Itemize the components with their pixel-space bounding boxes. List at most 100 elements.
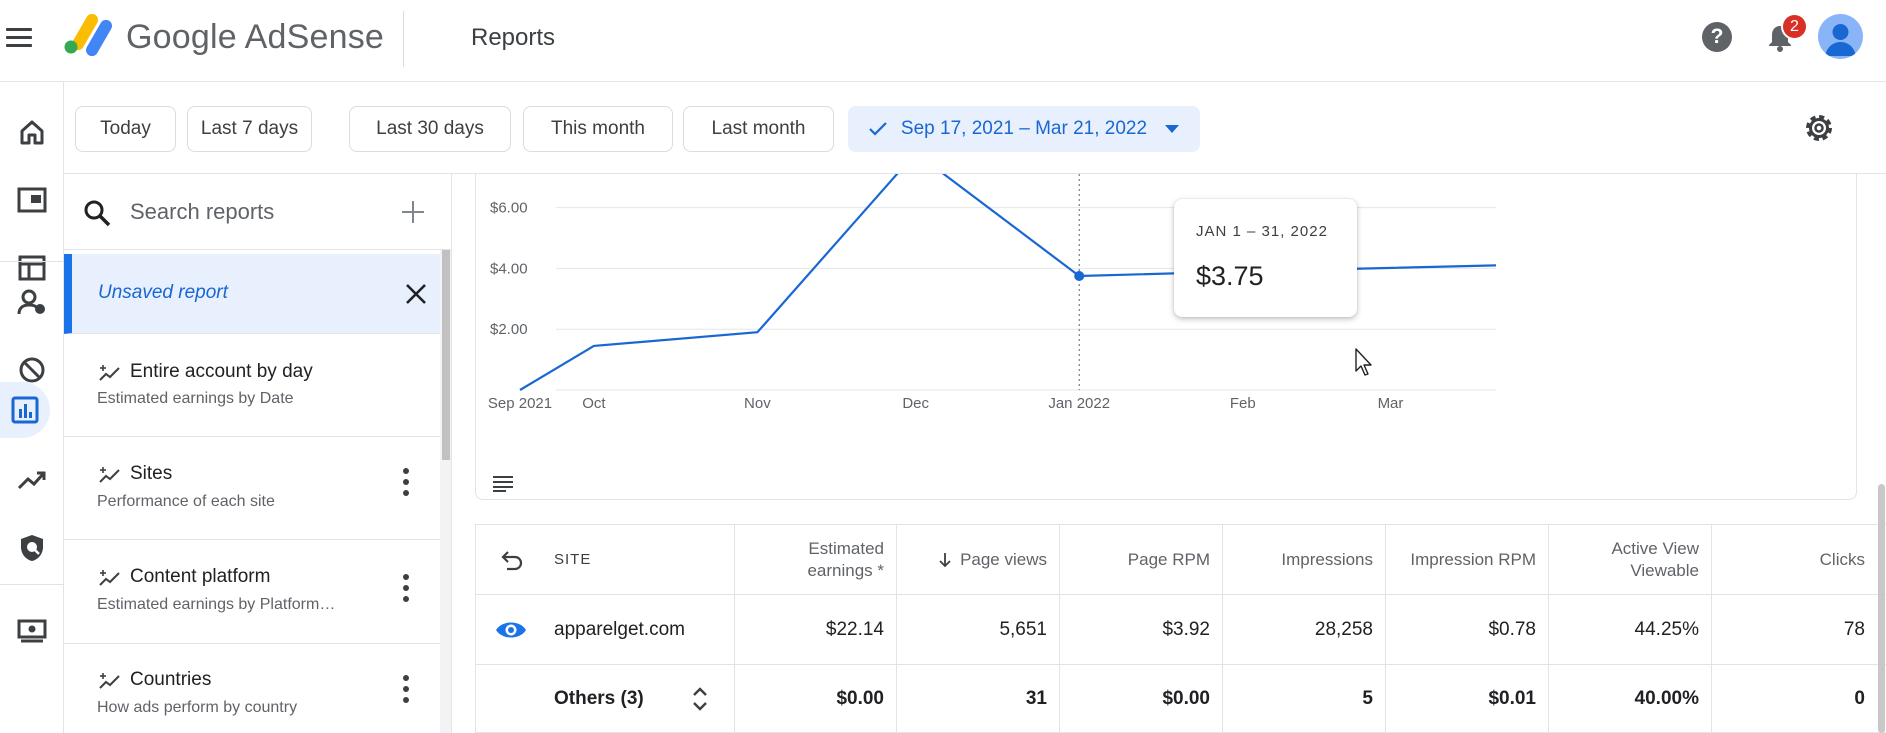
page-rpm-cell: $0.00 <box>1060 665 1223 733</box>
report-item-entire-account[interactable]: Entire account by day Estimated earnings… <box>64 334 440 437</box>
column-header-page-views[interactable]: Page views <box>897 525 1060 594</box>
x-axis-tick-label: Sep 2021 <box>488 395 552 412</box>
report-item-sites[interactable]: Sites Performance of each site <box>64 438 440 540</box>
check-icon <box>869 122 887 136</box>
panel-scrollbar-thumb[interactable] <box>442 250 450 460</box>
estimated-earnings-cell: $22.14 <box>735 595 897 664</box>
hovered-data-point <box>1074 271 1085 281</box>
column-header-label: Impressions <box>1281 549 1373 569</box>
settings-gear-icon[interactable] <box>1801 110 1837 146</box>
x-axis-tick-label: Jan 2022 <box>1048 395 1110 412</box>
more-options-icon[interactable] <box>400 574 412 608</box>
report-item-title: Countries <box>130 669 212 690</box>
saved-report-sparkle-icon <box>99 570 120 586</box>
sort-descending-arrow-icon <box>939 552 951 567</box>
site-name: Others (3) <box>554 688 644 709</box>
ad-units-icon[interactable] <box>0 172 64 228</box>
more-options-icon[interactable] <box>400 468 412 502</box>
payments-icon[interactable] <box>0 602 64 658</box>
account-avatar[interactable] <box>1818 14 1863 59</box>
estimated-earnings-cell: $0.00 <box>735 665 897 733</box>
saved-report-sparkle-icon <box>99 467 120 483</box>
left-nav-rail <box>0 82 64 733</box>
site-name: apparelget.com <box>554 618 685 640</box>
reports-icon[interactable] <box>0 382 50 438</box>
report-item-subtitle: Performance of each site <box>97 493 275 510</box>
table-row[interactable]: apparelget.com $22.14 5,651 $3.92 28,258… <box>476 595 1886 665</box>
custom-date-range-dropdown[interactable]: Sep 17, 2021 – Mar 21, 2022 <box>848 106 1200 152</box>
table-row[interactable]: Others (3) $0.00 31 $0.00 5 $0.01 40.00%… <box>476 665 1886 733</box>
visibility-eye-icon[interactable] <box>494 617 528 643</box>
y-axis-tick-label: $2.00 <box>490 321 528 338</box>
date-chip-last-month[interactable]: Last month <box>683 106 834 152</box>
search-reports-input[interactable] <box>130 194 380 230</box>
date-chip-this-month[interactable]: This month <box>523 106 673 152</box>
column-header-label: Estimated <box>808 538 884 558</box>
column-header-estimated-earnings[interactable]: Estimated earnings * <box>735 525 897 594</box>
add-report-icon[interactable] <box>397 196 429 228</box>
y-axis-tick-label: $6.00 <box>490 200 528 217</box>
optimization-icon[interactable] <box>0 452 64 508</box>
x-axis-tick-label: Oct <box>582 395 606 412</box>
more-options-icon[interactable] <box>400 675 412 709</box>
column-header-page-rpm[interactable]: Page RPM <box>1060 525 1223 594</box>
date-chip-last-7-days[interactable]: Last 7 days <box>187 106 312 152</box>
report-item-countries[interactable]: Countries How ads perform by country <box>64 644 440 733</box>
mouse-pointer-icon <box>1355 348 1372 376</box>
active-view-cell: 44.25% <box>1549 595 1712 664</box>
top-app-bar: Google AdSense Reports ? 2 <box>0 0 1886 82</box>
column-header-impressions[interactable]: Impressions <box>1223 525 1386 594</box>
page-views-cell: 31 <box>897 665 1060 733</box>
main-scrollbar-thumb[interactable] <box>1878 484 1885 733</box>
nav-divider <box>0 261 64 262</box>
close-icon[interactable] <box>402 280 430 308</box>
column-header-label: Page views <box>960 549 1047 569</box>
chart-tooltip: JAN 1 – 31, 2022 $3.75 <box>1174 199 1357 317</box>
privacy-messaging-icon[interactable] <box>0 520 64 576</box>
report-item-content-platform[interactable]: Content platform Estimated earnings by P… <box>64 541 440 644</box>
site-cell: Others (3) <box>476 665 735 733</box>
report-item-title: Entire account by day <box>130 361 313 382</box>
column-header-clicks[interactable]: Clicks <box>1712 525 1877 594</box>
column-header-label: earnings * <box>807 560 884 580</box>
column-header-label: SITE <box>554 550 592 568</box>
adsense-logo-icon <box>64 14 112 56</box>
page-title: Reports <box>471 24 556 51</box>
search-icon <box>84 200 111 227</box>
panel-scrollbar[interactable] <box>440 250 451 733</box>
impressions-cell: 28,258 <box>1223 595 1386 664</box>
earnings-line-chart[interactable]: $8.00$6.00$4.00$2.00Sep 2021OctNovDecJan… <box>476 174 1858 500</box>
date-chip-today[interactable]: Today <box>75 106 176 152</box>
main-menu-icon[interactable] <box>4 20 34 56</box>
report-item-title: Content platform <box>130 566 271 587</box>
column-header-active-view-viewable[interactable]: Active View Viewable <box>1549 525 1712 594</box>
expand-collapse-icon[interactable] <box>690 684 710 714</box>
unsaved-report-item[interactable]: Unsaved report <box>64 254 440 334</box>
main-scrollbar[interactable] <box>1876 174 1886 733</box>
saved-report-sparkle-icon <box>99 365 120 381</box>
column-header-site[interactable]: SITE <box>476 525 735 594</box>
help-icon[interactable]: ? <box>1702 22 1732 52</box>
report-item-title: Sites <box>130 463 173 484</box>
earnings-chart-card: $8.00$6.00$4.00$2.00Sep 2021OctNovDecJan… <box>475 174 1857 500</box>
date-chip-last-30-days[interactable]: Last 30 days <box>349 106 511 152</box>
brand-name: Google AdSense <box>126 18 384 56</box>
x-axis-tick-label: Feb <box>1230 395 1256 412</box>
account-icon[interactable] <box>0 274 64 330</box>
undo-icon[interactable] <box>498 547 524 573</box>
clicks-cell: 78 <box>1843 618 1865 640</box>
column-header-label: Active View <box>1611 538 1699 558</box>
y-axis-tick-label: $4.00 <box>490 260 528 277</box>
impression-rpm-cell: $0.01 <box>1386 665 1549 733</box>
chevron-down-icon <box>1165 125 1180 133</box>
saved-reports-panel: Unsaved report Entire account by day Est… <box>64 174 452 733</box>
unsaved-report-label: Unsaved report <box>98 282 228 303</box>
home-icon[interactable] <box>0 104 64 160</box>
report-item-subtitle: Estimated earnings by Date <box>97 390 294 407</box>
chart-legend-menu-icon[interactable] <box>492 474 514 492</box>
column-header-label: Clicks <box>1819 549 1865 569</box>
column-header-impression-rpm[interactable]: Impression RPM <box>1386 525 1549 594</box>
impression-rpm-cell: $0.78 <box>1386 595 1549 664</box>
report-item-subtitle: How ads perform by country <box>97 699 298 716</box>
column-header-label: Impression RPM <box>1410 549 1536 569</box>
